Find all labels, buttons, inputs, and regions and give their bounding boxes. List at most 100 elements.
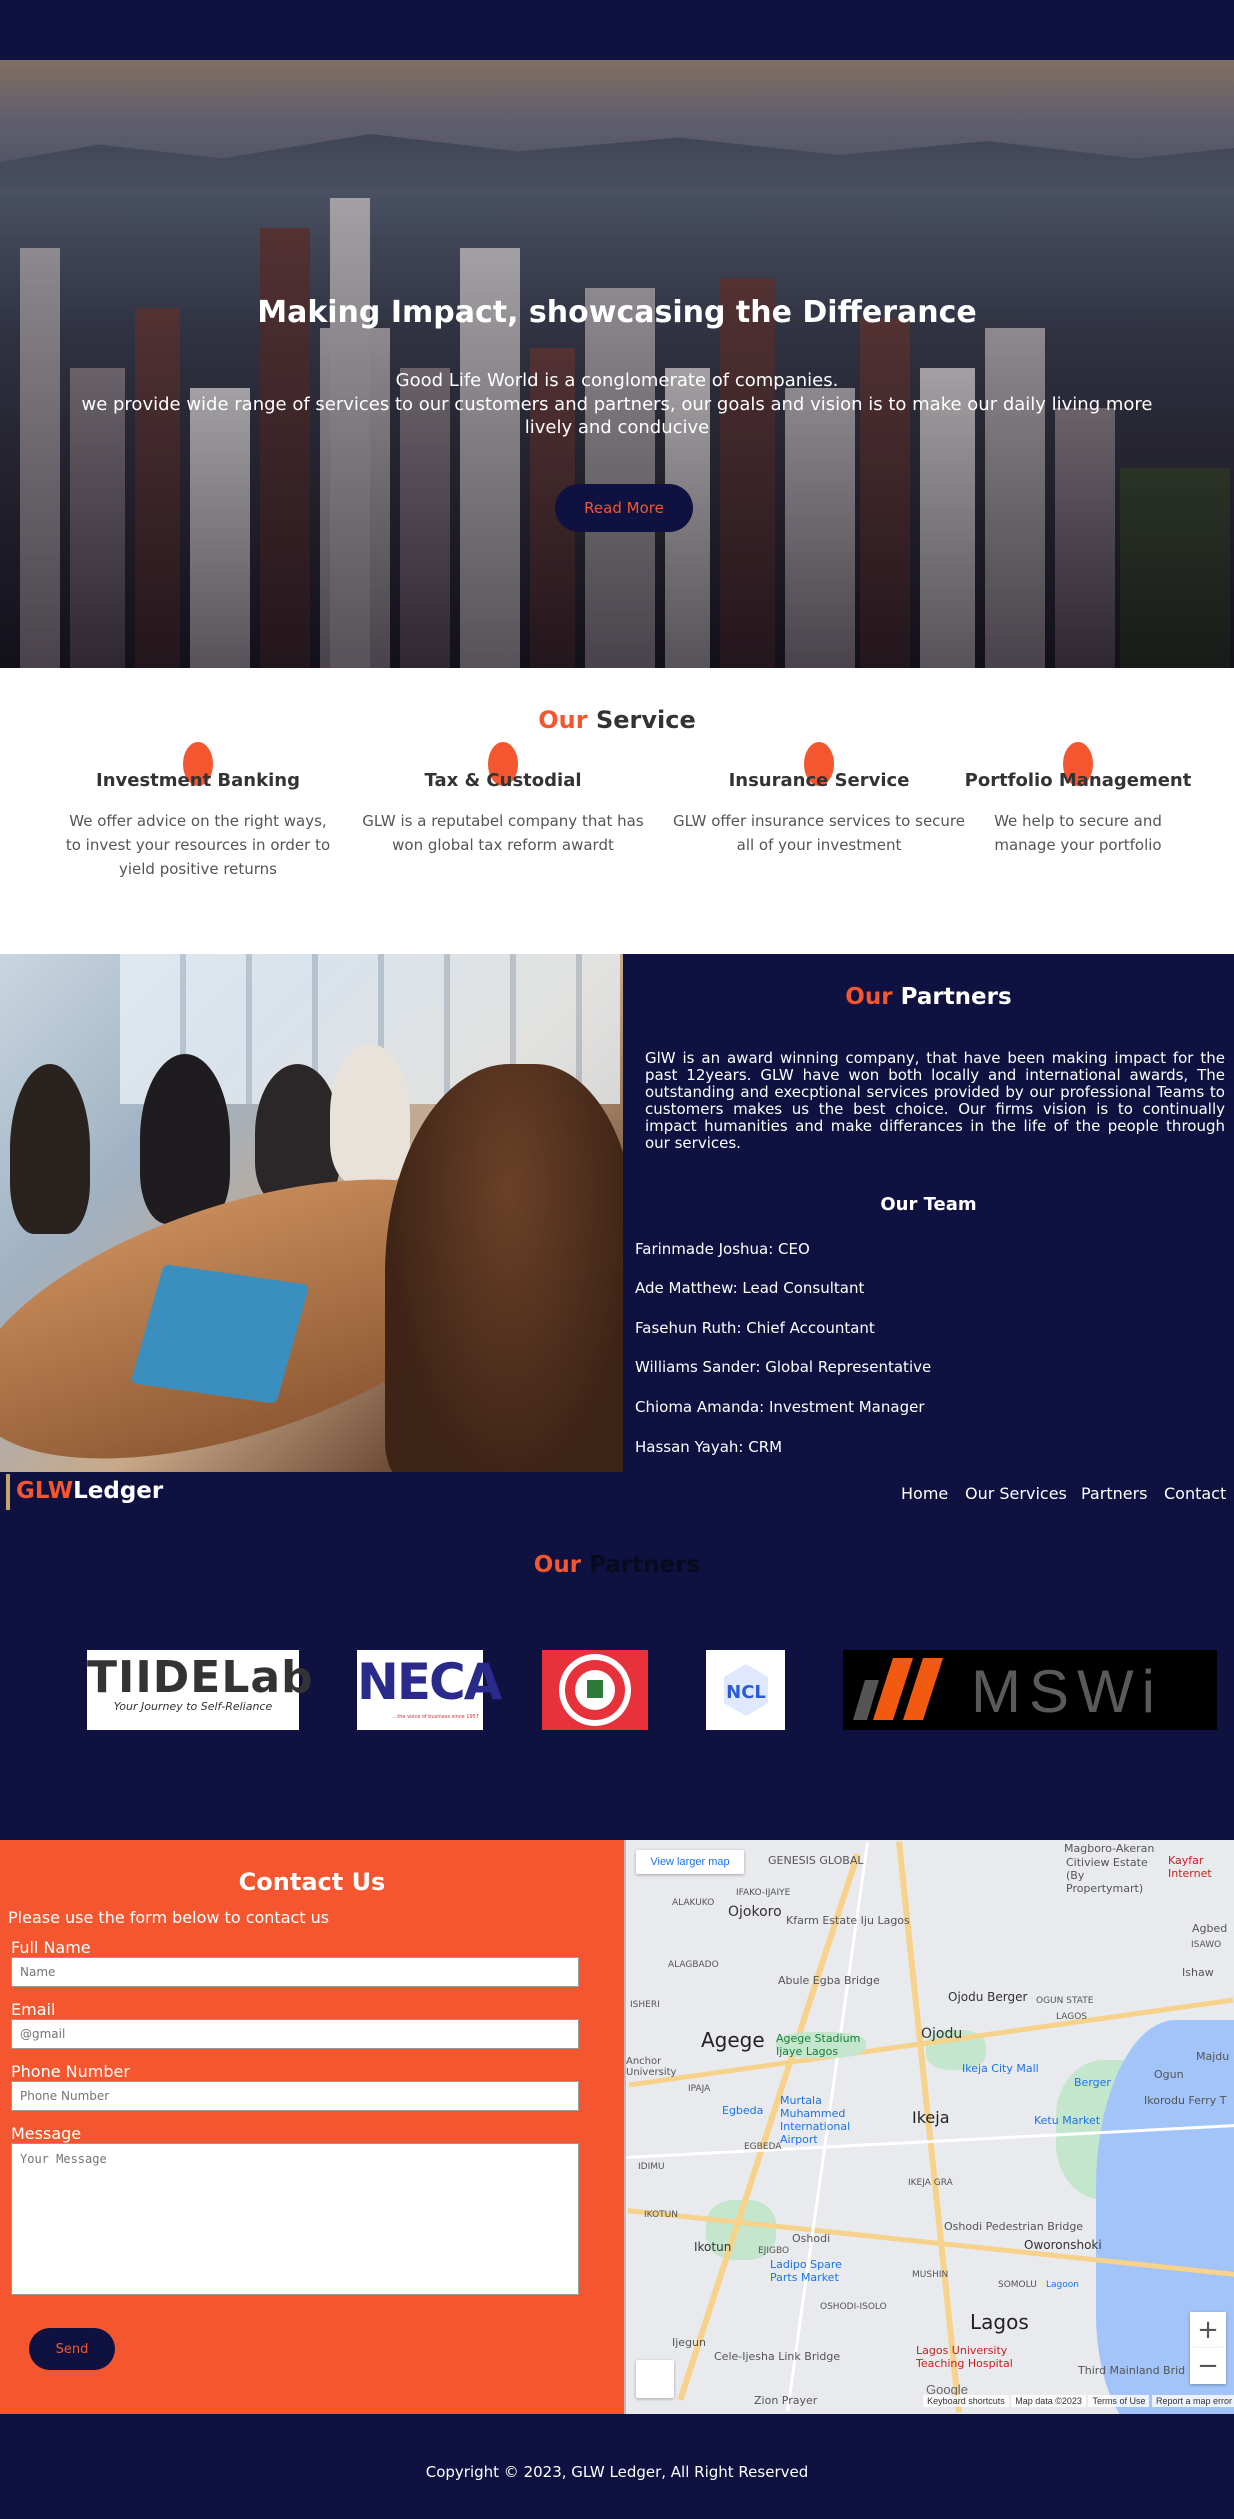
map-label: Ijegun — [672, 2336, 706, 2349]
service-text: GLW is a reputabel company that has won … — [362, 812, 644, 854]
service-card: Tax & Custodial GLW is a reputabel compa… — [353, 742, 653, 857]
navbar: GLWLedger Home Our Services Partners Con… — [0, 1472, 1234, 1512]
map-label: Lagos — [970, 2310, 1029, 2334]
photo-woman — [385, 1064, 623, 1472]
team-member: Chioma Amanda: Investment Manager — [635, 1398, 925, 1416]
mswi-logo-icon: MSWi — [853, 1658, 1163, 1725]
map-label: Ojodu — [921, 2026, 963, 2042]
ncl-hexagon-icon: NCL — [724, 1664, 768, 1716]
photo-person — [10, 1064, 90, 1234]
map-label: IKEJA GRA — [908, 2178, 953, 2188]
phone-input[interactable] — [11, 2081, 579, 2111]
service-title: Portfolio Management — [964, 770, 1192, 791]
report-error-link[interactable]: Report a map error — [1151, 2395, 1234, 2407]
photo-person — [140, 1054, 230, 1224]
email-input[interactable] — [11, 2019, 579, 2049]
team-member: Farinmade Joshua: CEO — [635, 1240, 810, 1258]
map-label: Ketu Market — [1034, 2114, 1101, 2127]
full-name-input[interactable] — [11, 1957, 579, 1987]
map-label: IPAJA — [688, 2084, 711, 2094]
map-label: Ladipo Spare Parts Market — [770, 2258, 842, 2284]
phone-label: Phone Number — [11, 2062, 130, 2081]
map-label: Agege Stadium Ijaye Lagos — [776, 2032, 866, 2058]
site-footer: Copyright © 2023, GLW Ledger, All Right … — [0, 2414, 1234, 2519]
contact-intro: Please use the form below to contact us — [8, 1908, 330, 1927]
location-map[interactable]: GENESIS GLOBAL Magboro-Akeran Citiview E… — [624, 1840, 1234, 2414]
partner-logo-tiidelab: TIIDELab Your Journey to Self-Reliance — [87, 1650, 313, 1730]
map-label: EJIGBO — [758, 2246, 790, 2256]
nav-link-contact[interactable]: Contact — [1164, 1484, 1226, 1503]
services-section: Our Service Investment Banking We offer … — [0, 668, 1234, 954]
services-title: Our Service — [0, 706, 1234, 734]
partners-title-rest: Partners — [581, 1552, 701, 1578]
service-text: GLW offer insurance services to secure a… — [673, 812, 965, 854]
map-label: LAGOS — [1056, 2012, 1087, 2022]
map-label: Anchor University — [626, 2056, 677, 2078]
site-logo[interactable]: GLWLedger — [16, 1478, 163, 1504]
about-title: Our Partners — [623, 984, 1234, 1010]
map-label: IKOTUN — [644, 2210, 678, 2220]
about-panel: Our Partners GlW is an award winning com… — [623, 954, 1234, 1472]
services-title-rest: Service — [587, 706, 696, 734]
tiidelab-tagline: Your Journey to Self-Reliance — [113, 1700, 273, 1713]
zoom-in-button[interactable]: + — [1190, 2312, 1226, 2348]
map-label: ISAWO — [1191, 1940, 1222, 1950]
photo-person — [330, 1044, 410, 1184]
partner-logo-mswi: MSWi — [843, 1650, 1217, 1730]
nav-link-services[interactable]: Our Services — [965, 1484, 1067, 1503]
map-label: Lagoon — [1046, 2280, 1079, 2290]
team-member: Ade Matthew: Lead Consultant — [635, 1279, 865, 1297]
map-label: ALAGBADO — [668, 1960, 719, 1970]
view-larger-map-link[interactable]: View larger map — [636, 1850, 744, 1874]
partner-logo-ncl: NCL — [706, 1650, 785, 1730]
nav-link-partners[interactable]: Partners — [1081, 1484, 1147, 1503]
full-name-label: Full Name — [11, 1938, 91, 1957]
contact-title: Contact Us — [238, 1868, 386, 1896]
map-label: Ikeja — [912, 2108, 950, 2127]
map-label: Ishaw — [1182, 1966, 1214, 1979]
keyboard-shortcuts-link[interactable]: Keyboard shortcuts — [923, 2395, 1009, 2407]
map-label: Ikotun — [694, 2240, 732, 2254]
hero-description: we provide wide range of services to our… — [81, 394, 1153, 438]
map-label: Egbeda — [722, 2104, 764, 2117]
terms-link[interactable]: Terms of Use — [1088, 2395, 1150, 2407]
map-label: Abule Egba Bridge — [778, 1974, 880, 1987]
services-title-accent: Our — [538, 706, 588, 734]
about-text: GlW is an award winning company, that ha… — [645, 1049, 1225, 1152]
map-label: Kfarm Estate Iju Lagos — [786, 1914, 910, 1927]
service-text: We help to secure and manage your portfo… — [994, 812, 1162, 854]
partners-title: Our Partners — [0, 1552, 1234, 1578]
map-label: Agbed — [1192, 1922, 1228, 1935]
map-label: Ojokoro — [728, 1904, 782, 1920]
zoom-out-button[interactable]: − — [1190, 2348, 1226, 2384]
map-label: Ikorodu Ferry T — [1144, 2094, 1227, 2107]
team-member: Williams Sander: Global Representative — [635, 1358, 932, 1376]
read-more-button[interactable]: Read More — [555, 484, 693, 532]
map-label: SOMOLU — [998, 2280, 1037, 2290]
map-label: ISHERI — [630, 2000, 660, 2010]
team-meeting-photo — [0, 954, 623, 1472]
map-label: OSHODI-ISOLO — [820, 2302, 887, 2312]
send-button[interactable]: Send — [29, 2328, 115, 2370]
itf-seal-icon — [559, 1654, 631, 1726]
map-label: Oshodi Pedestrian Bridge — [944, 2220, 1084, 2233]
neca-wordmark: NECA — [357, 1653, 502, 1711]
map-label: GENESIS GLOBAL — [768, 1854, 864, 1867]
map-label: Lagos University Teaching Hospital — [916, 2344, 1013, 2370]
message-textarea[interactable] — [11, 2143, 579, 2295]
message-label: Message — [11, 2124, 82, 2143]
map-label: Majdu — [1196, 2050, 1230, 2063]
neca-tagline: ...the voice of business since 1957 — [392, 1714, 479, 1720]
street-view-icon[interactable] — [636, 2360, 674, 2398]
service-card: Investment Banking We offer advice on th… — [48, 742, 348, 881]
email-label: Email — [11, 2000, 56, 2019]
service-title: Insurance Service — [728, 770, 910, 791]
nav-link-home[interactable]: Home — [901, 1484, 948, 1503]
mswi-wordmark: MSWi — [971, 1658, 1163, 1725]
map-label: Citiview Estate (By Propertymart) — [1066, 1856, 1148, 1895]
map-label: Cele-Ijesha Link Bridge — [714, 2350, 841, 2363]
hero-subtitle: Good Life World is a conglomerate of com… — [395, 370, 839, 391]
about-title-accent: Our — [845, 984, 893, 1010]
service-card: Portfolio Management We help to secure a… — [928, 742, 1228, 857]
contact-section: Contact Us Please use the form below to … — [0, 1840, 624, 2414]
